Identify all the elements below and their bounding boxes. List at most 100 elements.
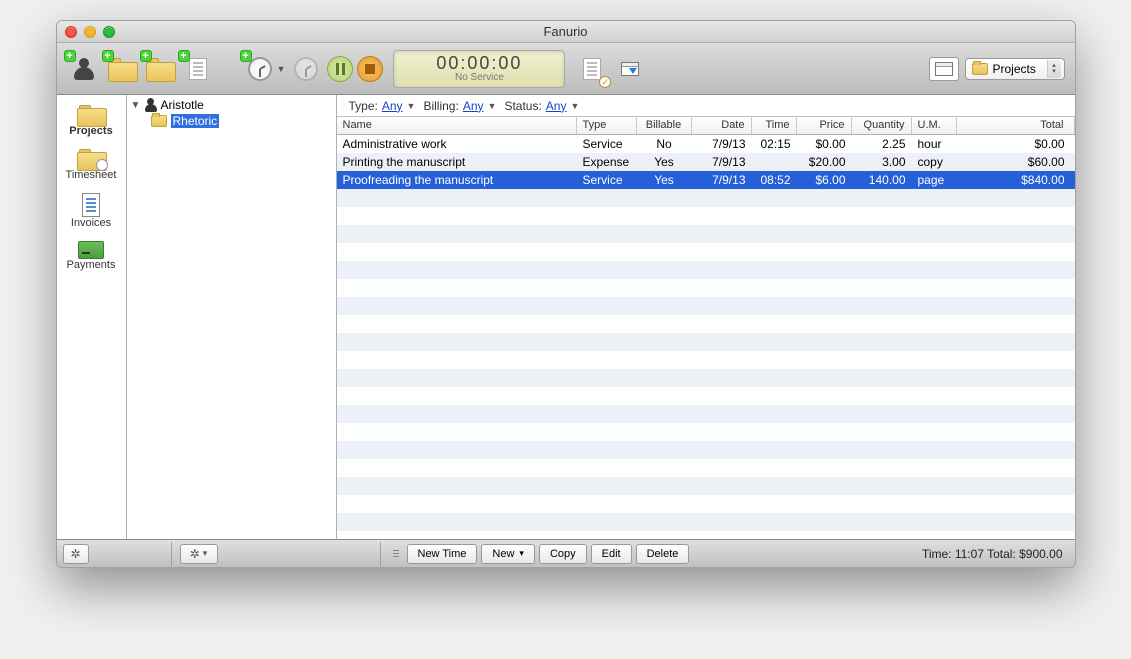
start-timer-button[interactable]: + <box>243 52 277 86</box>
sidebar-item-label: Invoices <box>71 217 111 229</box>
new-client-button[interactable]: + <box>67 52 101 86</box>
table-row-empty <box>337 315 1075 333</box>
view-selector-combo[interactable]: Projects ▴▾ <box>965 58 1065 80</box>
copy-button[interactable]: Copy <box>539 544 587 564</box>
table-row-empty <box>337 243 1075 261</box>
close-button[interactable] <box>65 26 77 38</box>
filter-bar: Type: Any ▼ Billing: Any ▼ Status: Any ▼ <box>337 95 1075 117</box>
items-table-header[interactable]: Name Type Billable Date Time Price Quant… <box>337 117 1075 135</box>
table-row-empty <box>337 207 1075 225</box>
filter-type-label: Type: <box>349 99 378 113</box>
splitter-grip[interactable] <box>393 550 399 557</box>
table-row-empty <box>337 459 1075 477</box>
window-icon <box>935 62 953 76</box>
timer-display: 00:00:00 No Service <box>393 50 565 88</box>
new-time-button[interactable]: New Time <box>407 544 478 564</box>
new-item-button[interactable]: + <box>181 52 215 86</box>
filter-billing-value[interactable]: Any <box>463 99 484 113</box>
table-row-empty <box>337 423 1075 441</box>
table-row-empty <box>337 441 1075 459</box>
actions-gear-menu[interactable]: ✲ <box>180 544 218 564</box>
view-toggle-button[interactable] <box>929 57 959 81</box>
footer-bar: ✲ ✲ New Time New Copy Edit Delete Time: … <box>57 539 1075 567</box>
review-button[interactable]: ✓ <box>575 52 609 86</box>
minimize-button[interactable] <box>84 26 96 38</box>
new-menu-button[interactable]: New <box>481 544 535 564</box>
page-icon <box>189 58 207 80</box>
dropdown-caret-icon[interactable]: ▼ <box>277 64 286 74</box>
source-list: Projects Timesheet Invoices Payments <box>57 95 127 539</box>
table-row[interactable]: Proofreading the manuscriptServiceYes7/9… <box>337 171 1075 189</box>
folder-icon <box>77 105 105 125</box>
table-row[interactable]: Administrative workServiceNo7/9/1302:15$… <box>337 135 1075 153</box>
col-total[interactable]: Total <box>957 117 1075 134</box>
disclosure-triangle-icon[interactable]: ▼ <box>131 100 141 111</box>
tree-project-row[interactable]: Rhetoric <box>127 113 336 129</box>
plus-icon: + <box>178 50 190 62</box>
caret-icon[interactable]: ▼ <box>488 101 497 111</box>
zoom-button[interactable] <box>103 26 115 38</box>
col-date[interactable]: Date <box>692 117 752 134</box>
delete-button[interactable]: Delete <box>636 544 690 564</box>
table-row-empty <box>337 279 1075 297</box>
idle-timer-button[interactable] <box>289 52 323 86</box>
footer-summary: Time: 11:07 Total: $900.00 <box>922 547 1069 561</box>
col-name[interactable]: Name <box>337 117 577 134</box>
sidebar-item-label: Payments <box>67 259 116 271</box>
table-row-empty <box>337 369 1075 387</box>
mini-timer-button[interactable] <box>613 52 647 86</box>
table-row-empty <box>337 297 1075 315</box>
folder-icon <box>972 63 988 75</box>
col-price[interactable]: Price <box>797 117 852 134</box>
titlebar[interactable]: Fanurio <box>57 21 1075 43</box>
col-quantity[interactable]: Quantity <box>852 117 912 134</box>
view-selector-label: Projects <box>993 62 1036 76</box>
plus-icon: + <box>140 50 152 62</box>
new-task-button[interactable]: + <box>143 52 177 86</box>
col-um[interactable]: U.M. <box>912 117 957 134</box>
pause-button[interactable] <box>327 56 353 82</box>
tree-client-row[interactable]: ▼ Aristotle <box>127 97 336 113</box>
table-row-empty <box>337 477 1075 495</box>
filter-status-value[interactable]: Any <box>546 99 567 113</box>
window-title: Fanurio <box>543 24 587 39</box>
app-window: Fanurio + + + + + ▼ <box>56 20 1076 568</box>
updown-icon: ▴▾ <box>1047 60 1061 78</box>
table-row-empty <box>337 405 1075 423</box>
document-icon <box>82 193 100 217</box>
check-icon: ✓ <box>599 76 611 88</box>
table-row-empty <box>337 189 1075 207</box>
plus-icon: + <box>64 50 76 62</box>
table-row-empty <box>337 351 1075 369</box>
settings-gear-button[interactable]: ✲ <box>63 544 89 564</box>
caret-icon[interactable]: ▼ <box>570 101 579 111</box>
filter-type-value[interactable]: Any <box>382 99 403 113</box>
table-row-empty <box>337 261 1075 279</box>
project-tree[interactable]: ▼ Aristotle Rhetoric <box>127 95 337 539</box>
folder-clock-icon <box>77 149 105 169</box>
sidebar-item-timesheet[interactable]: Timesheet <box>57 145 126 189</box>
col-type[interactable]: Type <box>577 117 637 134</box>
page-icon <box>583 58 601 80</box>
edit-button[interactable]: Edit <box>591 544 632 564</box>
tree-project-label: Rhetoric <box>171 114 220 128</box>
new-project-button[interactable]: + <box>105 52 139 86</box>
sidebar-item-payments[interactable]: Payments <box>57 237 126 279</box>
person-icon <box>145 98 157 112</box>
col-billable[interactable]: Billable <box>637 117 692 134</box>
caret-icon[interactable]: ▼ <box>407 101 416 111</box>
sidebar-item-projects[interactable]: Projects <box>57 101 126 145</box>
table-row[interactable]: Printing the manuscriptExpenseYes7/9/13$… <box>337 153 1075 171</box>
col-time[interactable]: Time <box>752 117 797 134</box>
items-table-body[interactable]: Administrative workServiceNo7/9/1302:15$… <box>337 135 1075 539</box>
folder-icon <box>151 115 167 127</box>
table-row-empty <box>337 387 1075 405</box>
sidebar-item-invoices[interactable]: Invoices <box>57 189 126 237</box>
plus-icon: + <box>240 50 252 62</box>
timer-value: 00:00:00 <box>436 54 522 72</box>
tree-client-label: Aristotle <box>161 98 204 112</box>
stop-button[interactable] <box>357 56 383 82</box>
card-icon <box>78 241 104 259</box>
table-row-empty <box>337 513 1075 531</box>
table-row-empty <box>337 333 1075 351</box>
